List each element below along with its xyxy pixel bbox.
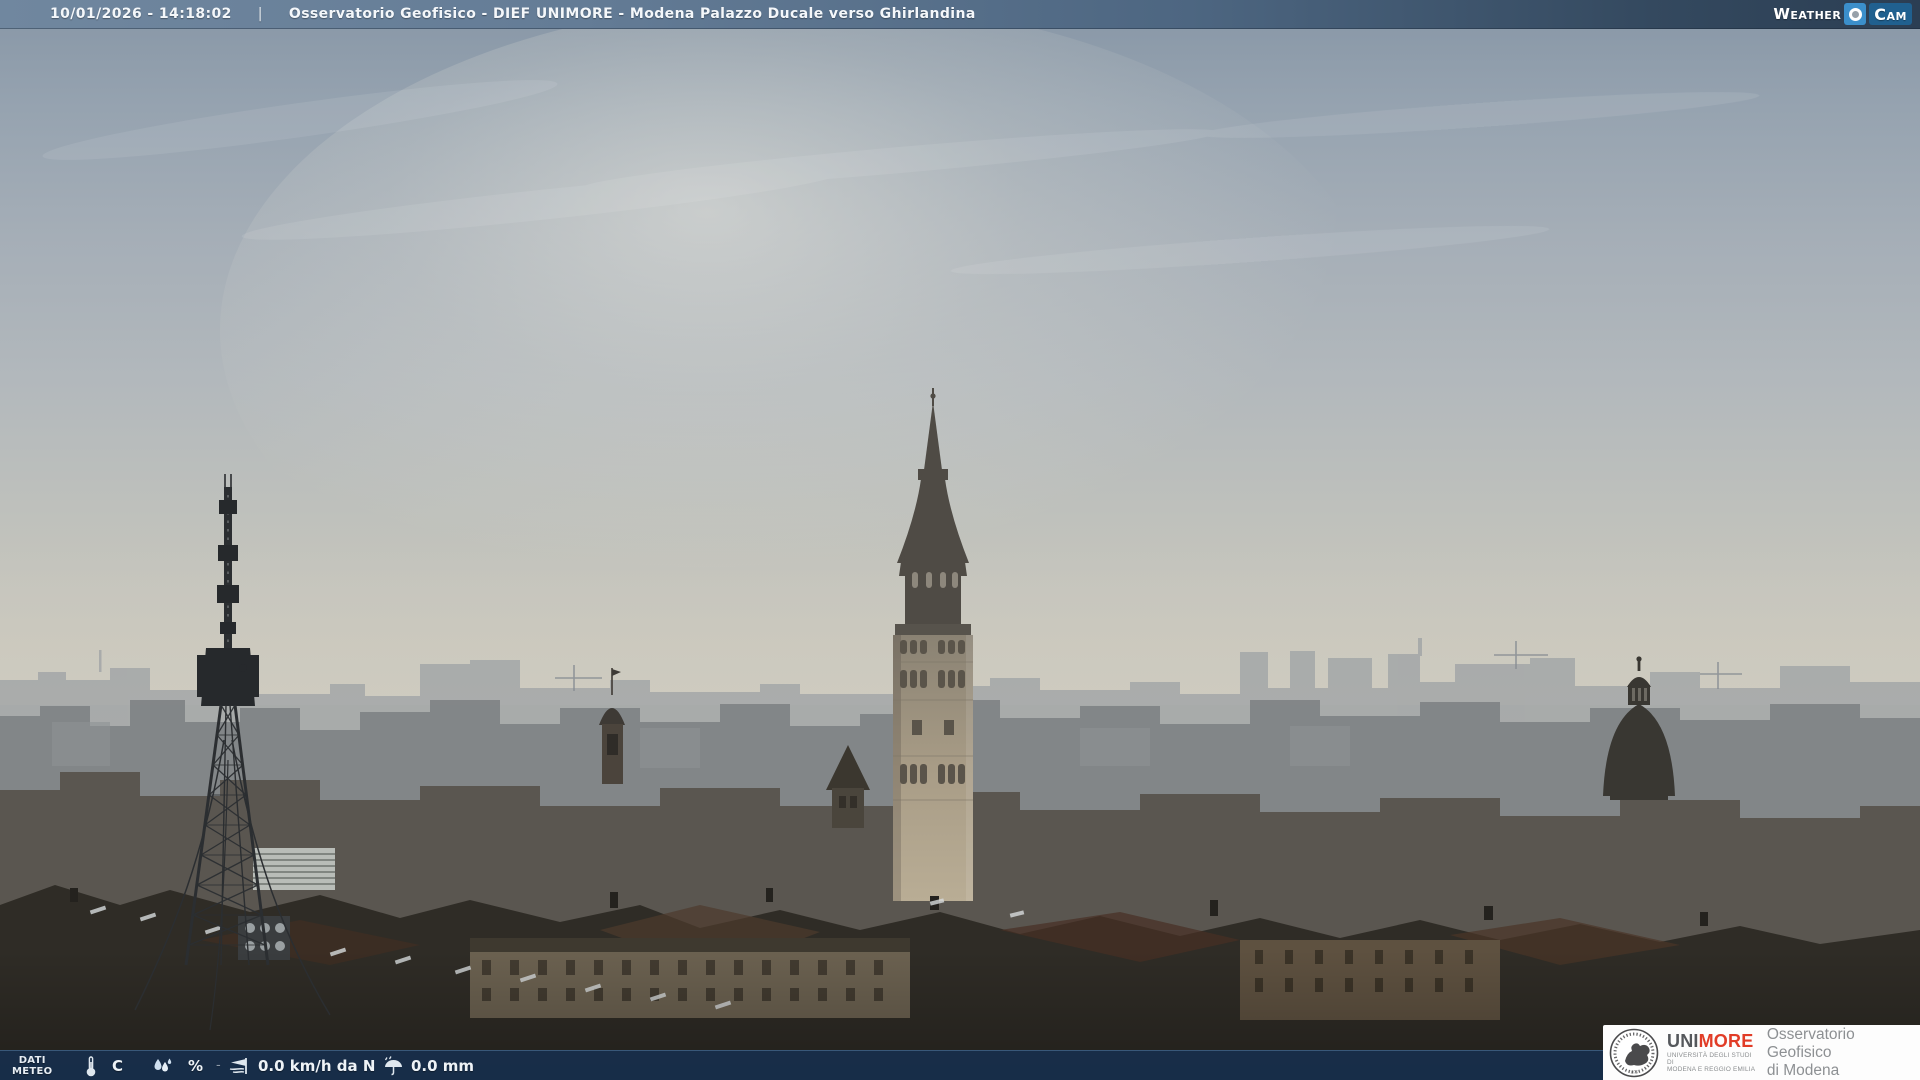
more-text: MORE [1698,1030,1754,1051]
weather-label: Weather [1773,5,1842,23]
observatory-name-line2: di Modena [1766,1061,1840,1079]
dati-label-line1: DATI [18,1054,46,1066]
dati-label-line2: METEO [12,1065,53,1077]
rain-value: 0.0 mm [411,1056,475,1075]
weathercam-logo[interactable]: Weather Cam [1773,2,1912,26]
temperature-readout: C [84,1051,123,1080]
humidity-missing-dash: - [216,1058,221,1073]
cam-label: Cam [1869,3,1912,25]
unimore-wordmark: UNIMORE UNIVERSITÀ DEGLI STUDI DI MODENA… [1667,1032,1757,1074]
unimore-subtitle-line2: MODENA E REGGIO EMILIA [1667,1066,1756,1074]
camera-title: Osservatorio Geofisico - DIEF UNIMORE - … [288,6,976,22]
industrial-roof [253,848,335,890]
observatory-name: Osservatorio Geofisico di Modena [1767,1026,1920,1080]
humidity-unit: % [188,1056,204,1075]
unimore-logo-box[interactable]: 1175 UNIMORE UNIVERSITÀ DEGLI STUDI DI M… [1603,1025,1920,1080]
university-seal-icon: 1175 [1609,1028,1659,1077]
wind-flag-icon [229,1057,247,1074]
unimore-subtitle-line1: UNIVERSITÀ DEGLI STUDI DI [1667,1051,1752,1066]
rain-readout: 0.0 mm [382,1051,474,1080]
seal-year: 1175 [1630,1069,1638,1074]
uni-text: UNI [1667,1030,1699,1051]
webcam-photo [0,0,1920,1080]
water-drops-icon [154,1058,172,1071]
timestamp-text: 10/01/2026 - 14:18:02 [50,6,232,22]
top-info-bar: 10/01/2026 - 14:18:02 | Osservatorio Geo… [0,0,1920,29]
camera-lens-icon [1844,3,1867,25]
humidity-readout: % - [150,1051,221,1080]
thermometer-icon [86,1055,96,1076]
observatory-name-line1: Osservatorio Geofisico [1766,1025,1855,1061]
wind-readout: 0.0 km/h da N [225,1051,375,1080]
dati-meteo-label: DATI METEO [12,1051,52,1080]
separator: | [257,6,263,22]
wind-value: 0.0 km/h da N [258,1056,376,1075]
temperature-unit: C [112,1056,124,1075]
webcam-page: 10/01/2026 - 14:18:02 | Osservatorio Geo… [0,0,1920,1080]
umbrella-icon [384,1055,402,1075]
